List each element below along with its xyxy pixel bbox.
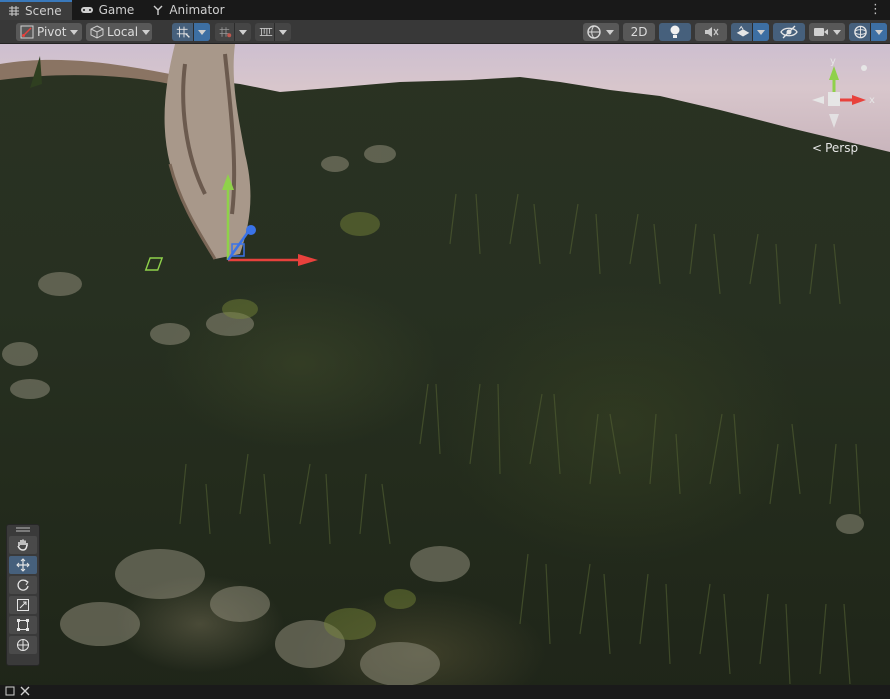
hand-icon [17, 539, 28, 551]
shading-mode-icon [587, 25, 601, 39]
transform-icon [17, 639, 29, 651]
projection-toggle[interactable]: < Persp [812, 141, 858, 155]
tab-animator[interactable]: Animator [144, 0, 234, 20]
chevron-down-icon [198, 29, 206, 35]
pivot-label: Pivot [37, 25, 67, 39]
shading-mode-dropdown[interactable] [583, 23, 619, 41]
pivot-dropdown[interactable]: Pivot [16, 23, 82, 41]
transform-tool[interactable] [9, 636, 37, 654]
local-dropdown[interactable]: Local [86, 23, 152, 41]
chevron-down-icon [833, 29, 841, 35]
increment-snap-icon [219, 27, 232, 38]
rotate-icon [17, 579, 29, 591]
chevron-down-icon [279, 29, 287, 35]
grid-snap-icon [176, 26, 190, 38]
persp-chevron-icon: < [812, 141, 823, 155]
vertical-ellipsis-icon[interactable]: ⋮ [869, 3, 882, 17]
ruler-snap-icon [259, 28, 273, 36]
local-cube-icon [90, 25, 104, 39]
chevron-down-icon [606, 29, 614, 35]
projection-label: Persp [825, 141, 859, 155]
tree-trunk [0, 44, 318, 271]
scene-visibility-icon [780, 25, 798, 39]
camera-icon [814, 28, 828, 36]
axis-x-label: x [869, 95, 875, 106]
rotate-tool[interactable] [9, 576, 37, 594]
ruler-snap-toggle[interactable] [255, 23, 291, 41]
increment-snap-menu[interactable] [234, 23, 251, 41]
bottom-strip [0, 685, 890, 699]
close-icon[interactable] [20, 686, 30, 699]
grid-snap-toggle[interactable] [172, 23, 210, 41]
animator-icon [153, 5, 163, 15]
tool-palette [6, 524, 40, 666]
effects-icon [736, 25, 750, 37]
rect-transform-icon [17, 619, 29, 631]
scene-visibility-toggle[interactable] [773, 23, 805, 41]
move-tool[interactable] [9, 556, 37, 574]
tab-game[interactable]: Game [72, 0, 145, 20]
scene-grid-icon [9, 6, 19, 16]
tab-game-label: Game [98, 3, 135, 17]
palette-grip-icon[interactable] [7, 525, 39, 534]
scale-tool[interactable] [9, 596, 37, 614]
gizmos-icon [854, 25, 867, 39]
local-label: Local [107, 25, 139, 39]
ruler-snap-menu[interactable] [274, 23, 291, 41]
tab-strip: Scene Game Animator ⋮ [0, 0, 890, 20]
audio-toggle[interactable] [695, 23, 727, 41]
chevron-down-icon [142, 29, 151, 35]
gizmos-menu[interactable] [870, 23, 887, 41]
gizmos-dropdown[interactable] [849, 23, 887, 41]
gamepad-icon [80, 7, 93, 13]
effects-menu[interactable] [752, 23, 769, 41]
tab-animator-label: Animator [169, 3, 225, 17]
grid-snap-menu[interactable] [193, 23, 210, 41]
lighting-toggle[interactable] [659, 23, 691, 41]
effects-toggle[interactable] [731, 23, 769, 41]
pivot-icon [20, 25, 34, 39]
rect-tool[interactable] [9, 616, 37, 634]
audio-mute-icon [705, 27, 719, 37]
tab-scene[interactable]: Scene [0, 0, 72, 20]
mode-2d-toggle[interactable]: 2D [623, 23, 655, 41]
increment-snap-toggle[interactable] [215, 23, 251, 41]
chevron-down-icon [757, 29, 765, 35]
camera-dropdown[interactable] [809, 23, 845, 41]
scene-toolbar: Pivot Local 2D [0, 20, 890, 44]
mode-2d-label: 2D [630, 25, 648, 39]
orientation-gizmo[interactable]: y x [800, 58, 880, 138]
maximize-icon[interactable] [5, 686, 15, 699]
chevron-down-icon [70, 29, 79, 35]
hand-tool[interactable] [9, 536, 37, 554]
chevron-down-icon [239, 29, 247, 35]
lighting-icon [670, 25, 680, 38]
move-arrows-icon [16, 558, 30, 572]
scale-icon [17, 599, 29, 611]
scene-viewport[interactable]: y x < Persp [0, 44, 890, 695]
tab-scene-label: Scene [25, 4, 62, 18]
axis-y-label: y [830, 58, 836, 67]
chevron-down-icon [875, 29, 883, 35]
